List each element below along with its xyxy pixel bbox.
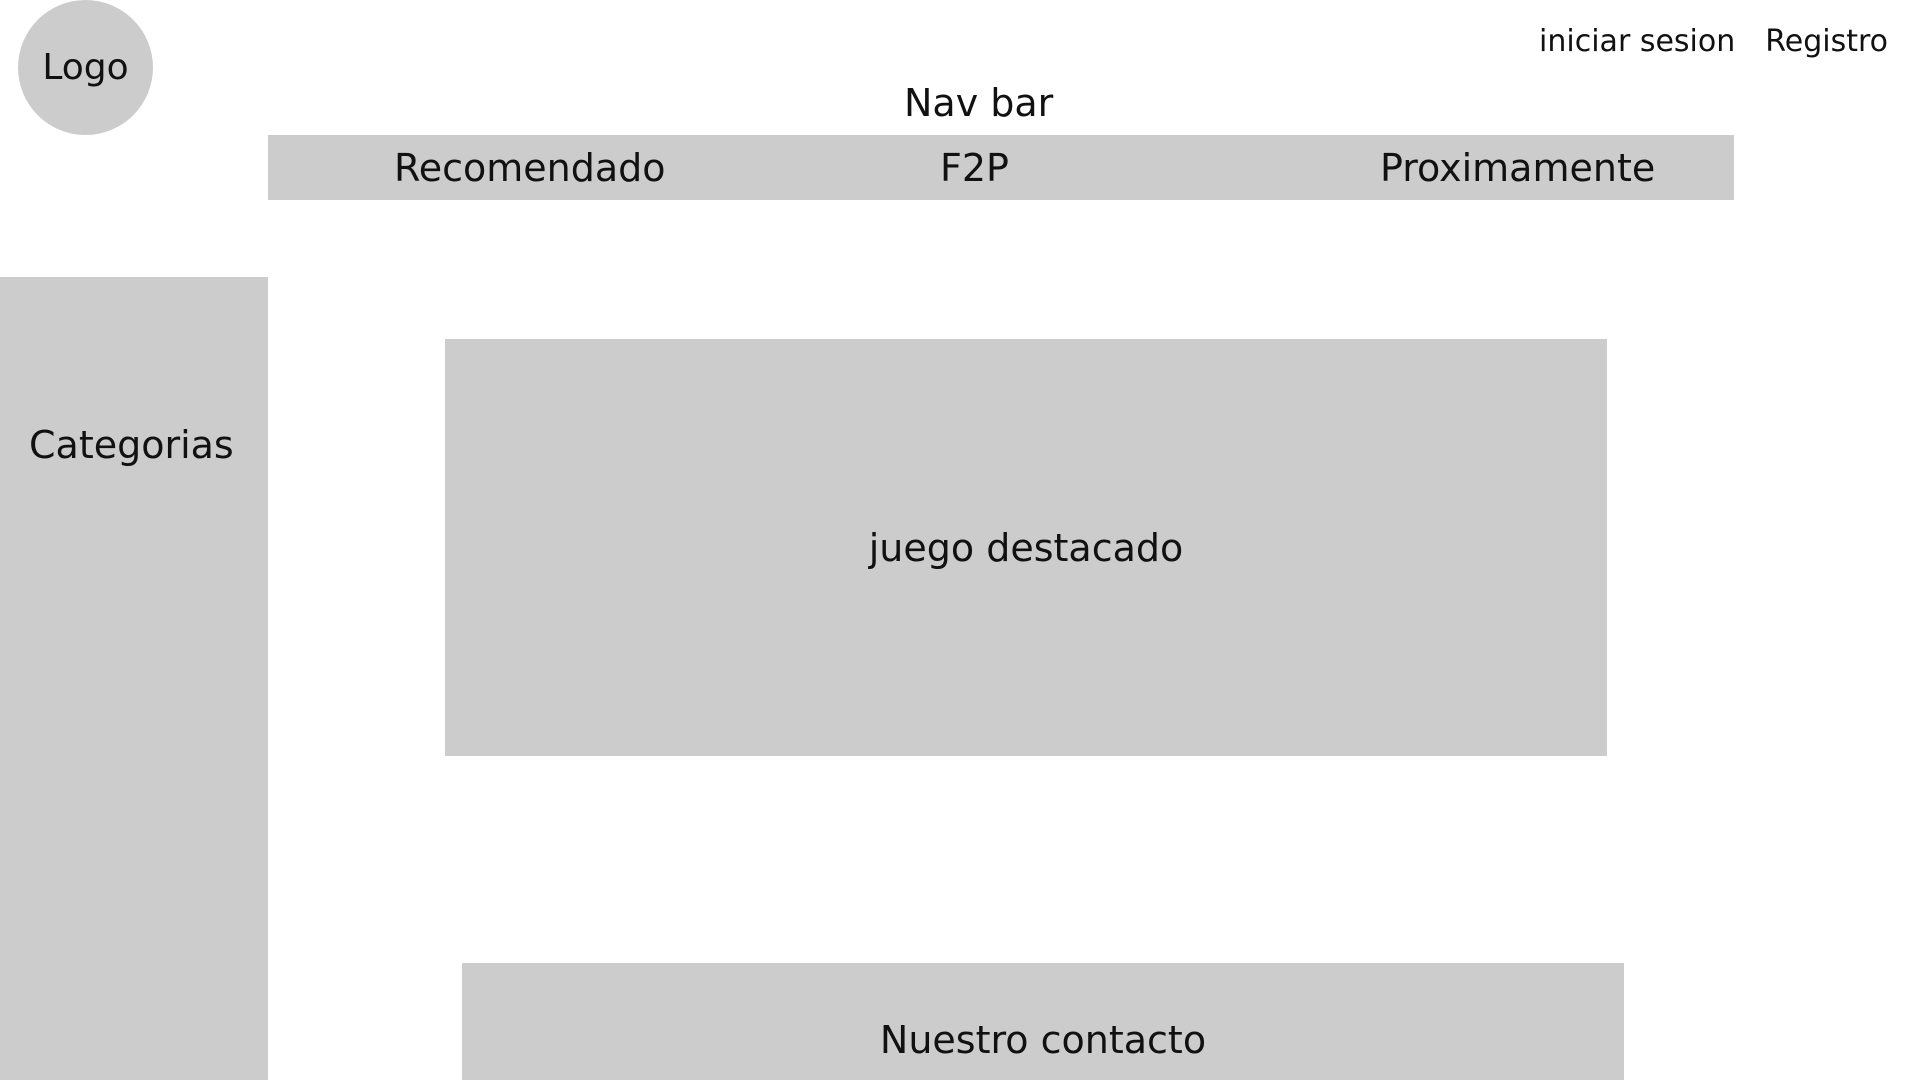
nav-item-recomendado[interactable]: Recomendado (394, 135, 665, 200)
featured-game[interactable]: juego destacado (445, 339, 1607, 756)
login-link[interactable]: iniciar sesion (1539, 24, 1735, 59)
categories-sidebar[interactable]: Categorias (0, 277, 268, 1080)
nav-item-proximamente[interactable]: Proximamente (1380, 135, 1655, 200)
nav-item-f2p[interactable]: F2P (940, 135, 1009, 200)
featured-game-label: juego destacado (868, 525, 1184, 570)
categories-title: Categorias (29, 423, 234, 467)
auth-links: iniciar sesion Registro (1539, 24, 1888, 59)
navbar: Recomendado F2P Proximamente (268, 135, 1734, 200)
contact-label: Nuestro contacto (879, 1018, 1207, 1062)
logo-label: Logo (42, 47, 129, 88)
register-link[interactable]: Registro (1765, 24, 1888, 59)
logo[interactable]: Logo (18, 0, 153, 135)
navbar-caption: Nav bar (904, 81, 1054, 125)
contact-section[interactable]: Nuestro contacto (462, 963, 1624, 1080)
